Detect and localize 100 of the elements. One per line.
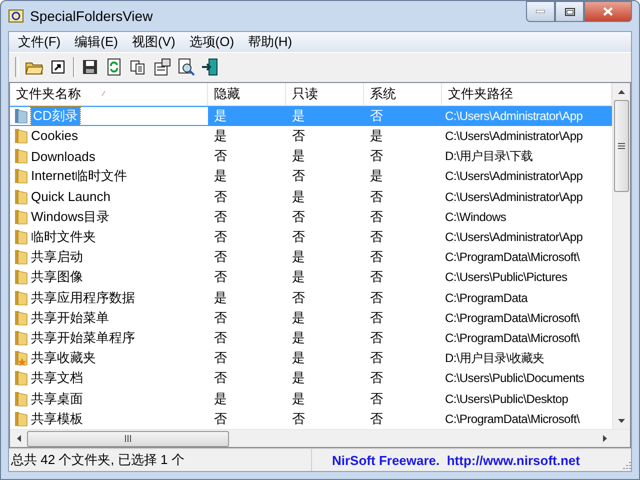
table-cell-text: 否 [213,208,228,226]
row-name[interactable]: 共享桌面 [31,390,83,408]
table-cell-text: 否 [291,228,306,246]
row-name[interactable]: 共享模板 [31,410,83,428]
table-cell-text: C:\ProgramData\Microsoft\ [444,310,581,325]
table-cell-text: 是 [291,268,306,286]
exit-icon[interactable] [201,58,219,76]
folder-icon [14,128,28,144]
table-cell-text: C:\ProgramData\Microsoft\ [444,331,581,346]
table-cell-text: 是 [291,349,306,368]
refresh-icon[interactable] [105,58,123,76]
table-cell-text: 是 [291,188,306,206]
table-cell-text: 是 [213,167,228,186]
row-name[interactable]: 共享图像 [31,268,83,286]
table-cell-text: 否 [213,147,228,166]
table-cell-text: 否 [213,248,228,266]
folder-icon [14,390,28,407]
table-cell-text: C:\ProgramData\Microsoft\ [444,250,581,264]
row-name[interactable]: 共享开始菜单 [31,308,109,327]
table-cell-text: 否 [291,126,306,145]
star-folder-icon [14,350,28,366]
scrollbar-thumb[interactable] [27,430,229,446]
table-cell-text: 否 [369,228,384,246]
row-name[interactable]: 共享启动 [31,248,83,266]
folder-icon [14,310,28,326]
table-cell-text: 是 [291,106,306,125]
row-name[interactable]: 共享文档 [31,369,83,388]
table-cell-text: 否 [369,288,384,307]
credit-link[interactable]: NirSoft Freeware. http://www.nirsoft.net [312,452,619,468]
table-cell-text: 否 [291,167,306,186]
row-name[interactable]: 共享收藏夹 [31,349,96,368]
row-name[interactable]: Internet临时文件 [31,167,128,186]
shortcut-icon[interactable] [49,58,67,76]
column-header[interactable]: 系统 [364,83,442,105]
status-text: 总共 42 个文件夹, 已选择 1 个 [9,449,312,471]
table-cell-text: C:\ProgramData [444,290,529,305]
properties-icon[interactable] [153,58,171,76]
table-cell-text: 是 [213,126,228,145]
column-header[interactable]: 只读 [286,83,364,105]
table-cell-text: C:\Users\Administrator\App [444,108,584,123]
copy-icon[interactable] [129,58,147,76]
row-name[interactable]: 共享开始菜单程序 [31,329,135,348]
down-arrow-icon [618,418,625,422]
scrollbar-thumb[interactable] [614,100,629,192]
menu-item[interactable]: 选项(O) [182,32,242,52]
row-name[interactable]: 临时文件夹 [31,228,96,246]
table-cell-text: 否 [369,248,384,266]
close-button[interactable] [584,1,632,22]
menu-item[interactable]: 文件(F) [11,32,68,52]
folder-icon [14,188,28,205]
menu-item[interactable]: 编辑(E) [68,32,125,52]
minimize-icon [536,10,545,13]
grip-icon [618,143,625,149]
table-cell-text: 否 [213,349,228,368]
folder-icon [14,108,28,124]
table-cell-text: 否 [213,268,228,286]
row-name[interactable]: Cookies [31,128,78,144]
table-cell-text: 否 [213,188,228,206]
maximize-button[interactable] [555,1,584,22]
table-cell-text: C:\ProgramData\Microsoft\ [444,412,581,426]
table-cell-text: 是 [369,126,384,145]
row-name[interactable]: 共享应用程序数据 [31,288,135,307]
table-cell-text: 是 [213,106,228,125]
row-name[interactable]: Windows目录 [31,208,110,226]
column-header[interactable]: 隐藏 [208,83,286,105]
table-cell-text: C:\Users\Administrator\App [444,230,584,244]
table-cell-text: 否 [291,410,306,428]
table-cell-text: 否 [369,369,384,388]
up-arrow-icon [618,90,625,94]
table-cell-text: 是 [291,329,306,348]
table-cell-text: 是 [291,248,306,266]
folder-icon [14,229,28,245]
row-name[interactable]: Quick Launch [31,189,110,204]
table-cell-text: 否 [369,329,384,348]
column-header[interactable]: 文件夹名称 [10,83,208,105]
table-cell-text: C:\Users\Public\Desktop [444,392,570,406]
table-cell-text: 否 [213,369,228,388]
table-cell-text: 是 [369,167,384,186]
menu-item[interactable]: 帮助(H) [241,32,300,52]
table-cell-text: 是 [291,308,306,327]
save-icon[interactable] [81,58,99,76]
table-cell-text: 否 [369,410,384,428]
minimize-button[interactable] [526,1,555,22]
table-cell-text: 否 [291,208,306,226]
menu-item[interactable]: 视图(V) [124,32,182,52]
folder-icon [14,249,28,266]
table-cell-text: 否 [213,410,228,428]
row-name[interactable]: Downloads [31,148,96,164]
search-icon[interactable] [177,58,195,76]
table-cell-text: C:\Users\Public\Documents [444,371,586,386]
folder-icon [14,410,28,427]
right-arrow-icon [602,435,606,442]
table-cell-text: 是 [291,390,306,408]
table-cell-text: 是 [291,147,306,166]
table-cell-text: C:\Windows [444,210,508,224]
folder-icon [14,290,28,306]
table-cell-text: D:\用户目录\下载 [444,148,534,165]
table-cell-text: 是 [291,369,306,388]
table-cell-text: D:\用户目录\收藏夹 [444,350,546,367]
folder-icon [14,269,28,286]
